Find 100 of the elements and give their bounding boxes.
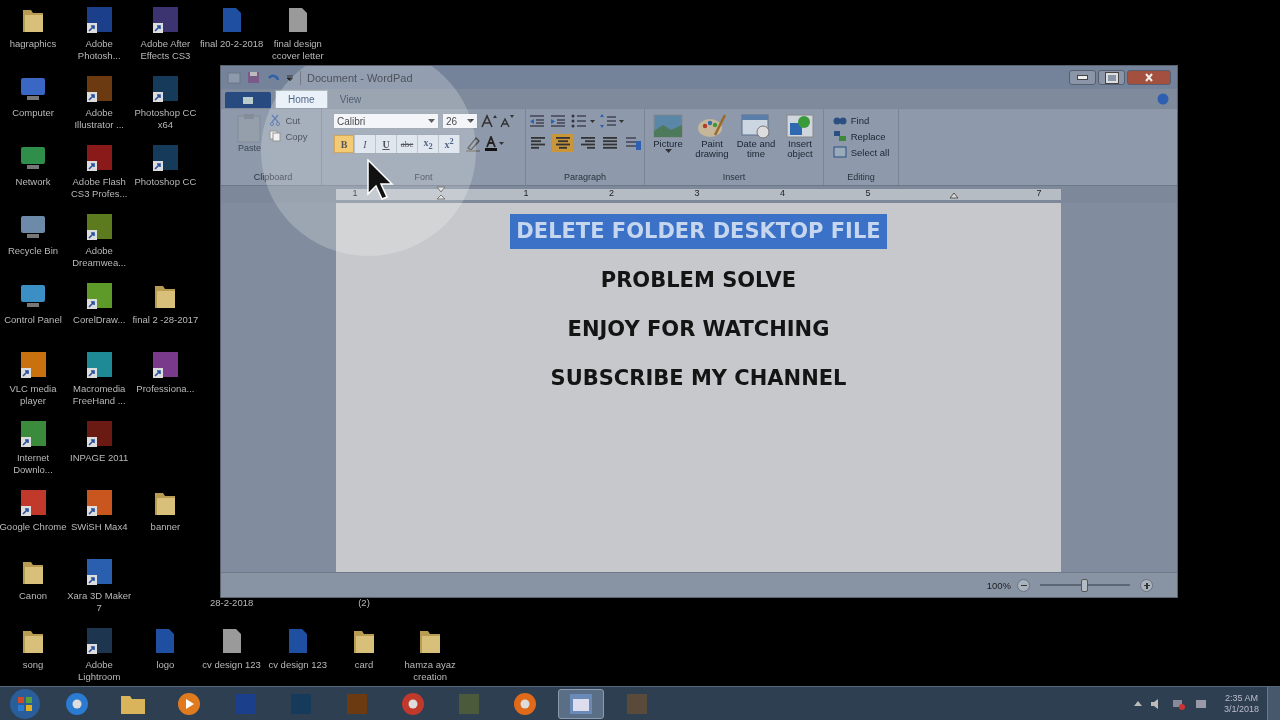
landscape-picture-icon [653, 113, 683, 139]
zoom-slider-thumb[interactable] [1081, 578, 1088, 592]
app-shortcut-icon[interactable] [150, 350, 181, 380]
desktop-icon-label: final 2 -28-2017 [132, 314, 199, 326]
font-color-icon[interactable] [485, 136, 505, 152]
copy-icon [269, 130, 282, 142]
group-label: Editing [847, 172, 875, 184]
taskbar-button[interactable] [558, 688, 604, 719]
scissors-icon [269, 114, 282, 126]
editing-button[interactable]: Select all [830, 145, 892, 159]
app-menu-button[interactable] [225, 92, 271, 108]
insert-button[interactable]: Picture [648, 113, 688, 159]
select-all-icon [832, 146, 847, 158]
app-shortcut-icon[interactable] [84, 557, 115, 587]
ruler-number: 4 [780, 188, 785, 198]
desktop-icon-label: final design ccover letter [270, 38, 325, 62]
format-button[interactable]: x$_{2}$ [418, 135, 439, 153]
editing-button[interactable]: Find [830, 113, 892, 127]
document-text-line: SUBSCRIBE MY CHANNEL [549, 365, 848, 392]
desktop-icon-label: Control Panel [4, 314, 62, 326]
app-shortcut-icon[interactable] [18, 488, 48, 518]
desktop-icon-label: Adobe Photosh... [76, 38, 122, 62]
replace-icon [832, 130, 847, 142]
network-icon[interactable] [1171, 697, 1186, 710]
grow-font-icon[interactable] [481, 114, 497, 128]
ruler-number: 3 [694, 188, 700, 198]
ribbon-tab[interactable]: Home [275, 90, 328, 108]
font-size-dropdown[interactable]: 26 [442, 113, 478, 129]
insert-button[interactable]: Insert object [780, 113, 820, 159]
app-shortcut-icon[interactable] [84, 143, 115, 173]
desktop-icon-label: Google Chrome [0, 521, 67, 533]
desktop-icon-label: final 20-2-2018 [199, 38, 264, 50]
app-shortcut-icon[interactable] [150, 143, 181, 173]
desktop-icon-label: Computer [12, 107, 54, 119]
bullet-list-icon[interactable] [570, 113, 596, 129]
calendar-clock-icon [741, 113, 771, 139]
insert-button[interactable]: Date and time [736, 113, 776, 159]
desktop-icon-label: Photoshop CC x64 [133, 107, 198, 131]
app-icon [227, 71, 241, 84]
document-text-line: PROBLEM SOLVE [599, 267, 798, 294]
desktop-icon-label: hagraphics [9, 38, 57, 50]
desktop-icon-label: VLC media player [8, 383, 58, 407]
caret-icon [467, 118, 474, 124]
desktop-icon-label: card [354, 659, 374, 671]
app-shortcut-icon[interactable] [18, 350, 48, 380]
align-button[interactable] [552, 134, 573, 152]
indent-marker-icon[interactable] [436, 186, 446, 202]
desktop-icon-label: logo [156, 659, 175, 671]
format-button[interactable]: x$^{2}$ [439, 135, 460, 153]
group-label: Insert [722, 172, 746, 184]
save-icon[interactable] [247, 71, 260, 84]
tray-arrow-icon[interactable] [1133, 700, 1142, 707]
app-shortcut-icon[interactable] [84, 350, 115, 380]
desktop-icon-label: Photoshop CC [134, 176, 197, 188]
document-text-line: ENJOY FOR WATCHING [566, 316, 831, 343]
clock-date: 3/1/2018 [1223, 703, 1259, 715]
app-shortcut-icon[interactable] [84, 419, 115, 449]
desktop-icon-label: CorelDraw... [73, 314, 126, 326]
zoom-level: 100% [986, 579, 1011, 591]
app-shortcut-icon[interactable] [84, 281, 115, 311]
app-shortcut-icon[interactable] [150, 5, 181, 35]
shrink-font-icon[interactable] [500, 114, 514, 128]
clock[interactable]: 2:35 AM 3/1/2018 [1223, 692, 1259, 715]
format-button[interactable]: U [376, 135, 397, 153]
cut-button[interactable]: Cut [267, 113, 310, 127]
align-lines-icon [601, 136, 620, 150]
format-button[interactable]: B [334, 135, 355, 153]
ruler-number: 2 [609, 188, 614, 198]
app-shortcut-icon[interactable] [150, 74, 181, 104]
app-shortcut-icon[interactable] [18, 419, 48, 449]
zoom-out-button[interactable] [1017, 578, 1030, 592]
font-family-dropdown[interactable]: Calibri [333, 113, 439, 129]
app-shortcut-icon[interactable] [84, 5, 115, 35]
format-button[interactable]: abc [397, 135, 418, 153]
zoom-in-button[interactable] [1140, 578, 1153, 592]
right-indent-marker-icon[interactable] [949, 192, 959, 200]
maximize-button[interactable] [1098, 70, 1125, 85]
app-shortcut-icon[interactable] [84, 212, 115, 242]
desktop-icon-label: Professiona... [136, 383, 195, 395]
desktop-icon-label: Adobe Lightroom [77, 659, 122, 683]
caret-icon [428, 118, 435, 124]
insert-button[interactable]: Paint drawing [692, 113, 732, 159]
caret-icon[interactable] [286, 73, 294, 82]
highlighter-icon[interactable] [464, 136, 482, 152]
desktop-icon-label: SWiSH Max4 [70, 521, 128, 533]
desktop-icon-label: Xara 3D Maker 7 [66, 590, 133, 614]
desktop-icon-label: cv design 123 [268, 659, 328, 671]
copy-button[interactable]: Copy [267, 129, 310, 143]
app-shortcut-icon[interactable] [84, 74, 115, 104]
close-button[interactable] [1127, 70, 1171, 85]
close-icon [1144, 73, 1154, 82]
format-button[interactable]: I [355, 135, 376, 153]
caret-icon [664, 149, 672, 154]
editing-button[interactable]: Replace [830, 129, 892, 143]
minimize-button[interactable] [1069, 70, 1096, 85]
desktop-icon-label: Network [15, 176, 51, 188]
app-shortcut-icon[interactable] [84, 626, 115, 656]
window-title: Document - WordPad [307, 71, 413, 84]
app-shortcut-icon[interactable] [84, 488, 115, 518]
cursor-icon [367, 159, 397, 201]
